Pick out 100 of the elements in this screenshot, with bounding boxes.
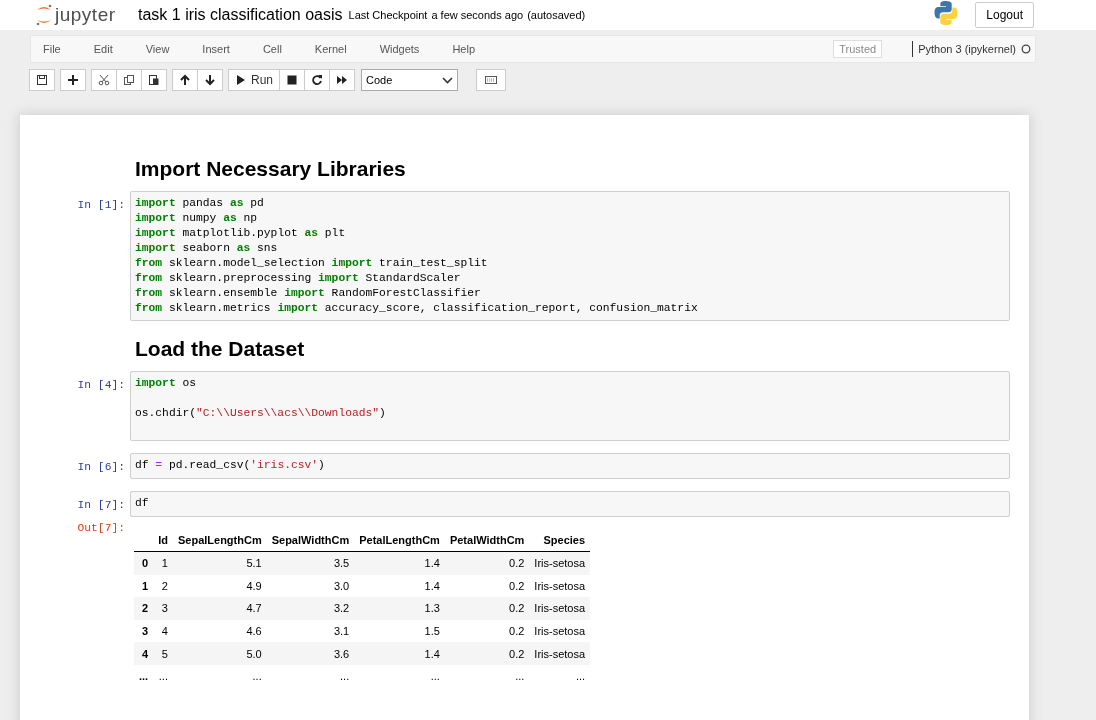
input-prompt: In [4]: — [76, 378, 126, 393]
table-cell: Iris-setosa — [529, 619, 591, 643]
table-cell: 1.4 — [354, 642, 445, 665]
table-cell: ... — [444, 664, 530, 688]
paste-button[interactable] — [141, 69, 167, 91]
checkpoint-time: a few seconds ago — [431, 9, 524, 21]
code-line: import pandas as pd — [135, 196, 265, 211]
code-line: import matplotlib.pyplot as plt — [135, 226, 347, 241]
stop-button[interactable] — [279, 69, 305, 91]
keyboard-icon — [485, 74, 497, 86]
table-cell: Iris-setosa — [529, 597, 591, 620]
copy-button[interactable] — [116, 69, 142, 91]
code-line: from sklearn.metrics import accuracy_score, classification_report, confusion_matrix — [135, 301, 699, 316]
code-cell-input[interactable]: df — [130, 491, 1010, 517]
command-palette-button[interactable] — [476, 69, 506, 91]
code-line: os.chdir("C:\\Users\\acs\\Downloads") — [135, 406, 387, 421]
input-prompt: In [7]: — [76, 498, 126, 513]
menu-item[interactable]: Kernel — [302, 43, 360, 55]
logo-text: jupyter — [55, 4, 116, 26]
menu-item[interactable]: Cell — [250, 43, 295, 55]
stop-icon — [286, 74, 298, 86]
code-line: df — [135, 496, 150, 511]
menu-item[interactable]: Insert — [190, 43, 243, 55]
plus-icon — [67, 74, 79, 86]
table-cell: 0.2 — [444, 551, 530, 575]
table-cell: 4.7 — [172, 597, 267, 620]
trusted-indicator[interactable]: Trusted — [833, 40, 883, 58]
table-cell: 1.4 — [354, 551, 445, 575]
arrow-up-button[interactable] — [172, 69, 198, 91]
cell-type-dropdown[interactable]: Code — [361, 69, 458, 91]
row-index: 3 — [134, 619, 154, 643]
arrow-up-icon — [179, 74, 191, 86]
code-cell-input[interactable]: df = pd.read_csv('iris.csv') — [130, 453, 1010, 479]
table-cell: ... — [266, 664, 355, 688]
table-cell: 3.6 — [266, 642, 355, 665]
menu-item[interactable]: View — [133, 43, 183, 55]
menu-item[interactable]: Edit — [81, 43, 126, 55]
column-header: PetalLengthCm — [354, 529, 445, 552]
save-status: (autosaved) — [527, 9, 586, 21]
table-cell: 5 — [153, 642, 173, 665]
table-cell: 1.5 — [354, 619, 445, 643]
row-index: 1 — [134, 574, 154, 598]
jupyter-logo-icon — [35, 4, 53, 26]
table-cell: 3 — [153, 597, 173, 620]
column-header: PetalWidthCm — [444, 529, 530, 552]
arrow-down-icon — [204, 74, 216, 86]
code-line: from sklearn.ensemble import RandomForestClassifier — [135, 286, 482, 301]
table-cell: 3.1 — [266, 619, 355, 643]
run-button[interactable]: Run — [228, 69, 280, 91]
notebook-title[interactable]: task 1 iris classification oasis — [138, 6, 343, 24]
table-cell: 4.9 — [172, 574, 267, 598]
checkpoint-label: Last Checkpoint — [348, 9, 428, 21]
table-cell: ... — [153, 664, 173, 688]
table-cell: 4 — [153, 619, 173, 643]
table-cell: ... — [172, 664, 267, 688]
code-line: import numpy as np — [135, 211, 259, 226]
menu-item[interactable]: Help — [440, 43, 488, 55]
code-line: df = pd.read_csv('iris.csv') — [135, 458, 326, 473]
plus-button[interactable] — [60, 69, 86, 91]
chevron-down-icon — [442, 76, 453, 84]
code-cell-input[interactable] — [130, 191, 1010, 321]
code-line: import seaborn as sns — [135, 241, 279, 256]
menu-item[interactable]: Widgets — [367, 43, 433, 55]
table-cell: 0.2 — [444, 574, 530, 598]
column-header: Id — [153, 529, 173, 552]
code-line: from sklearn.model_selection import train_test_split — [135, 256, 489, 271]
python-logo-icon — [933, 0, 960, 26]
row-index: 2 — [134, 597, 154, 620]
table-cell: 0.2 — [444, 619, 530, 643]
table-cell: ... — [529, 664, 591, 688]
restart-icon — [311, 74, 323, 86]
play-icon — [235, 74, 247, 86]
save-button[interactable] — [29, 69, 55, 91]
kernel-idle-icon — [1021, 44, 1031, 54]
paste-icon — [148, 74, 160, 86]
section-heading: Import Necessary Libraries — [134, 156, 407, 182]
code-line: from sklearn.preprocessing import StandardScaler — [135, 271, 462, 286]
scissors-icon — [98, 74, 110, 86]
logout-button[interactable]: Logout — [975, 2, 1034, 28]
table-cell: 2 — [153, 574, 173, 598]
table-cell: 4.6 — [172, 619, 267, 643]
kernel-name[interactable]: Python 3 (ipykernel) — [912, 41, 1016, 57]
table-cell: Iris-setosa — [529, 574, 591, 598]
row-index: ... — [134, 664, 154, 688]
table-cell: 5.1 — [172, 551, 267, 575]
restart-button[interactable] — [304, 69, 330, 91]
table-cell: 3.2 — [266, 597, 355, 620]
scissors-button[interactable] — [91, 69, 117, 91]
column-header: SepalWidthCm — [266, 529, 355, 552]
arrow-down-button[interactable] — [197, 69, 223, 91]
fast-forward-button[interactable] — [329, 69, 355, 91]
column-header: SepalLengthCm — [172, 529, 267, 552]
menu-item[interactable]: File — [31, 43, 74, 55]
table-cell: 1.3 — [354, 597, 445, 620]
table-cell: 1.4 — [354, 574, 445, 598]
fast-forward-icon — [336, 74, 348, 86]
row-index: 4 — [134, 642, 154, 665]
code-cell-input[interactable]: import os os.chdir("C:\\Users\\acs\\Downloads") — [130, 371, 1010, 441]
code-line: import os — [135, 376, 198, 391]
table-cell: 1 — [153, 551, 173, 575]
